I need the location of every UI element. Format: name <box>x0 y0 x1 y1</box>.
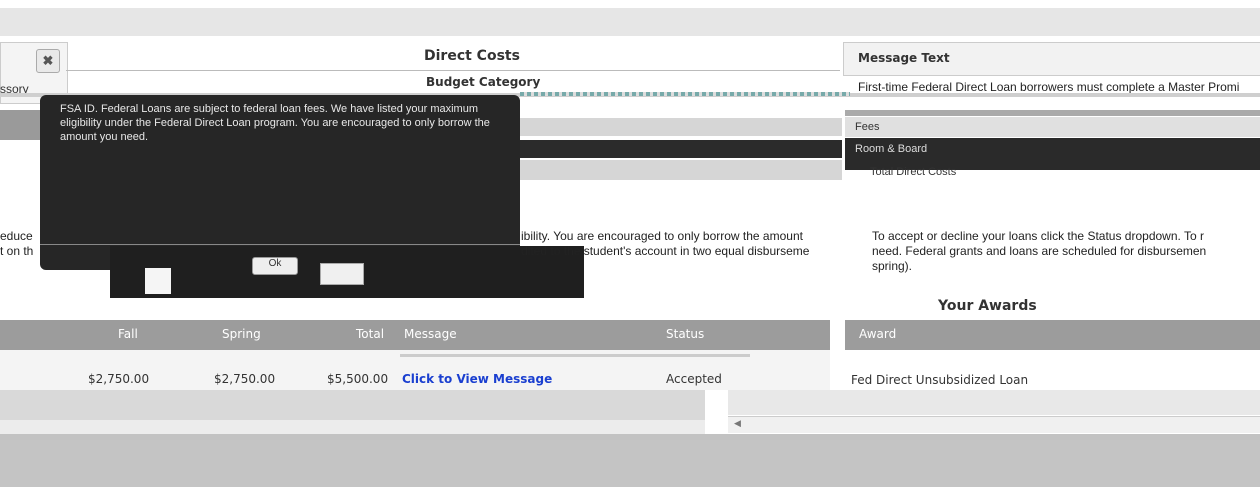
row-divider <box>400 354 750 357</box>
modal-message: FSA ID. Federal Loans are subject to fed… <box>60 103 490 143</box>
paragraph-line: dited to the student's account in two eq… <box>521 244 810 258</box>
total-amount: $5,500.00 <box>327 372 389 386</box>
paragraph-line-fragment: t on th <box>0 244 34 258</box>
small-button[interactable] <box>320 263 364 285</box>
paragraph-line: ibility. You are encouraged to only borr… <box>521 229 803 243</box>
table-footer-strip <box>0 420 705 434</box>
message-text-body: First-time Federal Direct Loan borrowers… <box>858 80 1240 94</box>
top-bar <box>0 8 1260 36</box>
status-dropdown[interactable]: Accepted <box>666 372 722 386</box>
budget-divider <box>845 110 1260 116</box>
horizontal-scrollbar[interactable] <box>728 416 1260 433</box>
budget-row <box>512 118 842 136</box>
column-header-spring[interactable]: Spring <box>222 327 261 341</box>
direct-costs-title: Direct Costs <box>424 48 520 64</box>
paragraph-line-fragment: educe <box>0 229 33 243</box>
close-icon[interactable]: ✖ <box>36 49 60 73</box>
message-text-title: Message Text <box>858 51 950 65</box>
ok-button[interactable]: Ok <box>252 257 298 275</box>
spring-amount: $2,750.00 <box>214 372 276 386</box>
table-footer <box>0 390 705 420</box>
right-paragraph-line: spring). <box>872 259 913 273</box>
column-header-fall[interactable]: Fall <box>118 327 138 341</box>
glitch-noise <box>520 92 850 96</box>
page-footer-area <box>0 440 1260 487</box>
right-paragraph-line: To accept or decline your loans click th… <box>872 229 1204 243</box>
modal-divider <box>40 244 520 245</box>
fall-amount: $2,750.00 <box>88 372 150 386</box>
view-message-link[interactable]: Click to View Message <box>402 372 552 386</box>
award-table-footer <box>728 390 1260 415</box>
scroll-left-icon[interactable]: ◀ <box>734 418 741 429</box>
award-column-header <box>845 320 1260 350</box>
column-header-award[interactable]: Award <box>859 327 896 341</box>
divider <box>66 70 840 71</box>
column-header-status[interactable]: Status <box>666 327 704 341</box>
column-header-total[interactable]: Total <box>356 327 384 341</box>
room-board-label: Room & Board <box>855 143 928 155</box>
fees-label: Fees <box>855 121 880 133</box>
budget-row-dark <box>512 140 842 158</box>
award-name: Fed Direct Unsubsidized Loan <box>851 373 1029 387</box>
fees-row <box>845 117 1260 137</box>
right-paragraph-line: need. Federal grants and loans are sched… <box>872 244 1207 258</box>
budget-row <box>512 160 842 180</box>
column-header-message[interactable]: Message <box>404 327 457 341</box>
modal-square-button[interactable] <box>145 268 171 294</box>
budget-category-header: Budget Category <box>426 75 541 89</box>
your-awards-title: Your Awards <box>938 298 1037 314</box>
total-direct-costs-label: Total Direct Costs <box>870 166 957 178</box>
